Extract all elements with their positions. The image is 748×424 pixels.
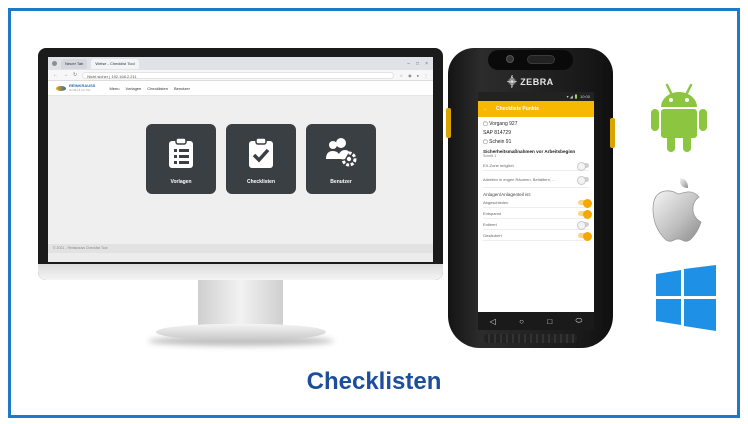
camera-lens-icon [506, 55, 514, 63]
document-icon: ▢ [483, 121, 488, 127]
tile-label: Vorlagen [170, 179, 192, 185]
info-line: ▢ Schein 91 [483, 139, 589, 145]
window-dot-icon [52, 61, 57, 66]
close-icon[interactable]: × [425, 61, 428, 67]
section-title: Sicherheitsmaßnahmen vor Arbeitsbeginn [483, 149, 576, 154]
checklist-row: Gesäubert [483, 230, 592, 241]
toggle-switch[interactable] [578, 209, 592, 219]
toggle-switch[interactable] [577, 175, 589, 185]
maximize-icon[interactable]: □ [416, 61, 419, 67]
device-screen: ▾ ◢ 🔋 10:00 ← Checkliste Punkte ▢ Vorgan… [478, 92, 594, 330]
monitor-neck [198, 280, 283, 330]
back-icon[interactable]: ← [53, 72, 58, 78]
menu-dots-icon[interactable]: ⋮ [424, 73, 428, 78]
android-nav-bar: ◁ ○ □ ⬭ [478, 312, 594, 330]
browser-tab-bar: Neuer Tab Weise - Checklist Tool – □ × [48, 57, 433, 70]
info-sap: SAP 814729 [483, 130, 511, 136]
nav-recents-icon[interactable]: □ [547, 317, 552, 326]
forward-icon[interactable]: → [63, 72, 68, 78]
app-footer: © 2021 - Reinkrauss Checklist Tool [48, 244, 433, 253]
users-cog-icon [326, 138, 357, 167]
clipboard-list-icon [169, 137, 193, 168]
logo-mark-icon [56, 85, 66, 91]
checklist-row: Abgeschieden [483, 197, 592, 208]
windows-icon [656, 265, 716, 331]
logo-subtitle: GmbH & Co KG [69, 88, 91, 92]
tile-grid: Vorlagen Checklisten Benutzer [146, 124, 376, 194]
row-label: EX-Zone möglich [483, 162, 514, 168]
tile-checklisten[interactable]: Checklisten [226, 124, 296, 194]
page-title: Checklisten [306, 368, 442, 395]
app-content: Vorlagen Checklisten Benutzer © 2021 - R… [48, 96, 433, 253]
checklist-row: Arbeiten in engen Räumen, Behältern, ... [483, 171, 589, 188]
section-subtitle: Schritt 1 [483, 154, 497, 158]
app-nav: Menu Vorlagen Checklisten Benutzer [109, 86, 190, 91]
profile-icon[interactable]: ● [417, 73, 419, 78]
minimize-icon[interactable]: – [407, 61, 410, 67]
apple-icon [652, 178, 702, 242]
checklist-row: Entspannt [483, 208, 592, 219]
browser-tab-2[interactable]: Weise - Checklist Tool [91, 58, 139, 69]
window-controls: – □ × [407, 61, 433, 67]
nav-back-icon[interactable]: ◁ [490, 317, 496, 326]
nav-vorlagen[interactable]: Vorlagen [125, 86, 141, 91]
zebra-logo-icon: ⸎ [507, 77, 521, 87]
tile-label: Checklisten [246, 179, 276, 185]
extension-icon[interactable]: ◉ [408, 73, 412, 78]
browser-toolbar: ← → ↻ Nicht sicher | 192.168.2.211 ☆ ◉ ●… [48, 70, 433, 81]
reload-icon[interactable]: ↻ [73, 72, 77, 78]
brand-text: ZEBRA [520, 77, 554, 87]
toggle-switch[interactable] [577, 161, 589, 171]
handheld-device: ⸎ ZEBRA ▾ ◢ 🔋 10:00 ← Checkliste Punkte … [446, 48, 615, 348]
checklist-body: ▢ Vorgang 927 SAP 814729 ▢ Schein 91 Sic… [478, 117, 594, 245]
app-header: REINKRAUSS GmbH & Co KG Menu Vorlagen Ch… [48, 81, 433, 96]
info-line: ▢ Vorgang 927 [483, 121, 589, 127]
row-label: Arbeiten in engen Räumen, Behältern, ... [483, 176, 556, 182]
row-label: Gesäubert [483, 232, 502, 238]
toggle-switch[interactable] [578, 231, 592, 241]
row-label: Entleert [483, 221, 497, 227]
address-bar[interactable]: Nicht sicher | 192.168.2.211 [82, 71, 395, 79]
monitor-chin [38, 264, 443, 280]
tile-label: Benutzer [330, 179, 352, 185]
monitor-foot [156, 324, 326, 340]
scanner-window-icon [527, 55, 555, 64]
star-icon[interactable]: ☆ [399, 73, 403, 78]
nav-menu-icon[interactable]: ⬭ [575, 316, 582, 326]
device-grip [484, 334, 577, 343]
device-brand: ⸎ ZEBRA [448, 75, 613, 88]
back-arrow-icon[interactable]: ← [483, 106, 488, 112]
side-scan-button-right[interactable] [610, 118, 615, 148]
tile-vorlagen[interactable]: Vorlagen [146, 124, 216, 194]
row-label: Entspannt [483, 210, 502, 216]
browser-tab-1[interactable]: Neuer Tab [61, 58, 88, 69]
nav-benutzer[interactable]: Benutzer [174, 86, 190, 91]
browser-extension-icons: ☆ ◉ ● ⋮ [399, 73, 428, 78]
side-scan-button[interactable] [446, 108, 451, 138]
checklist-row: EX-Zone möglich [483, 160, 589, 171]
toggle-switch[interactable] [577, 220, 589, 230]
monitor-screen: Neuer Tab Weise - Checklist Tool – □ × ←… [48, 57, 433, 262]
app-bar: ← Checkliste Punkte [478, 101, 594, 117]
desktop-monitor: Neuer Tab Weise - Checklist Tool – □ × ←… [38, 48, 443, 348]
device-top-sensor [488, 50, 573, 70]
android-icon [651, 83, 707, 152]
info-vorgang: Vorgang 927 [489, 121, 518, 127]
clipboard-check-icon [249, 137, 273, 168]
app-logo[interactable]: REINKRAUSS GmbH & Co KG [56, 84, 95, 92]
tile-benutzer[interactable]: Benutzer [306, 124, 376, 194]
info-schein: Schein 91 [489, 139, 512, 145]
document-icon: ▢ [483, 139, 488, 145]
checklist-row: Entleert [483, 219, 589, 230]
nav-checklisten[interactable]: Checklisten [147, 86, 168, 91]
app-bar-title: Checkliste Punkte [496, 106, 540, 112]
row-label: Abgeschieden [483, 199, 509, 205]
nav-menu[interactable]: Menu [109, 86, 119, 91]
status-bar: ▾ ◢ 🔋 10:00 [478, 92, 594, 101]
toggle-switch[interactable] [578, 198, 592, 208]
nav-home-icon[interactable]: ○ [519, 317, 524, 326]
